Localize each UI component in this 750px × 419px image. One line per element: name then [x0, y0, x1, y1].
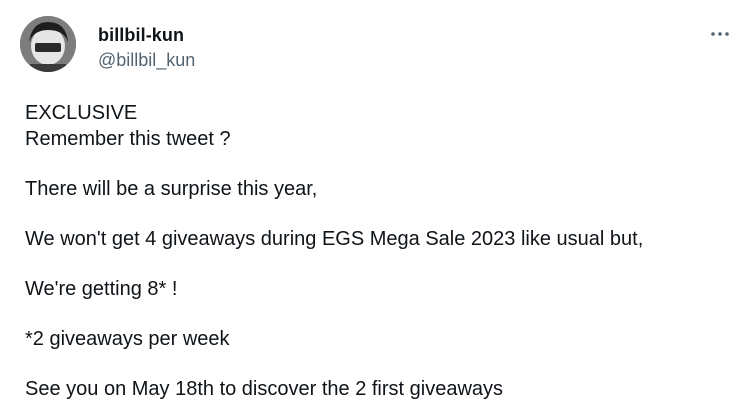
tweet-line: *2 giveaways per week — [25, 328, 230, 350]
tweet-line: There will be a surprise this year, — [25, 178, 318, 200]
tweet-line: EXCLUSIVE — [25, 102, 138, 124]
more-horizontal-icon — [711, 32, 729, 36]
more-options-button[interactable] — [706, 22, 734, 46]
tweet-text: EXCLUSIVE Remember this tweet ? There wi… — [25, 100, 725, 402]
author-handle[interactable]: @billbil_kun — [98, 50, 195, 71]
author-display-name[interactable]: billbil-kun — [98, 25, 184, 46]
tweet-line: See you on May 18th to discover the 2 fi… — [25, 378, 504, 400]
tweet-line: Remember this tweet ? — [25, 128, 231, 150]
tweet-card: billbil-kun @billbil_kun EXCLUSIVE Remem… — [0, 0, 750, 419]
tweet-line: We won't get 4 giveaways during EGS Mega… — [25, 228, 644, 250]
tweet-line: We're getting 8* ! — [25, 278, 178, 300]
avatar-image — [20, 16, 76, 72]
avatar[interactable] — [20, 16, 76, 72]
